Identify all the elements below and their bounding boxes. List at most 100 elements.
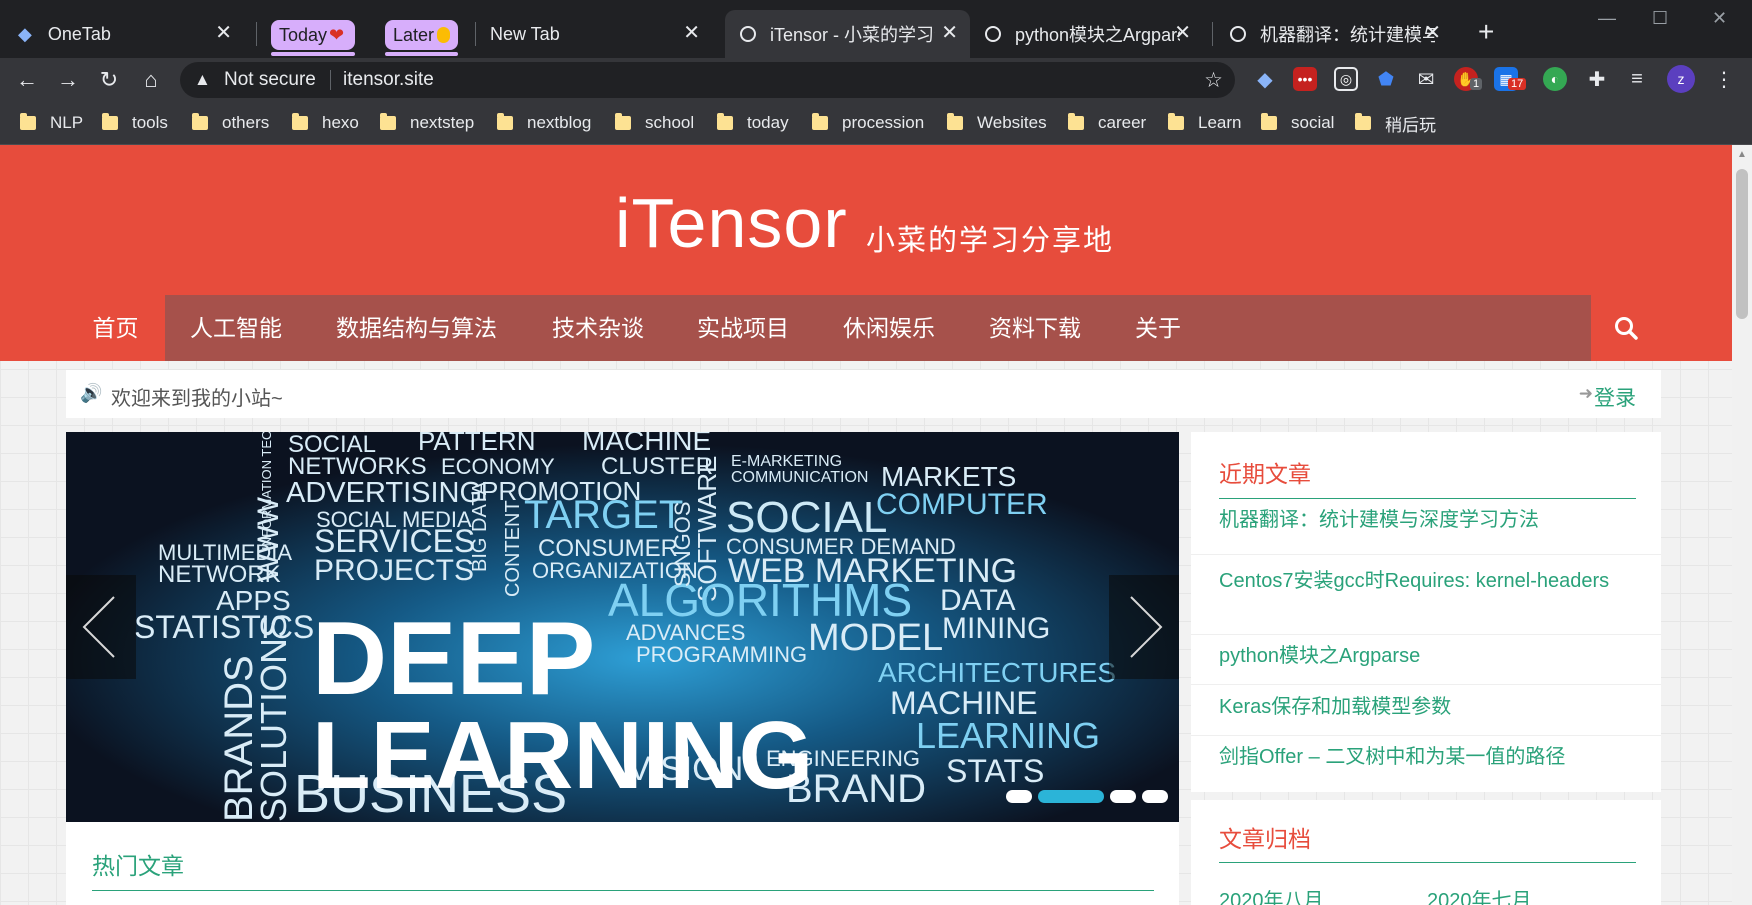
list-divider [1191,634,1661,635]
kebab-menu-icon[interactable]: ⋮ [1712,67,1736,91]
nav-item-downloads[interactable]: 资料下载 [989,295,1081,361]
speaker-icon: 🔊 [80,383,103,403]
image-carousel[interactable]: SOCIAL PATTERN MACHINE NETWORKS ECONOMY … [66,432,1179,822]
scholar-extension-icon[interactable]: ⬟ [1374,67,1398,91]
bookmark-folder[interactable]: NLP [20,111,83,135]
carousel-next-button[interactable] [1109,575,1179,679]
bookmark-label: hexo [322,113,359,132]
bookmark-folder[interactable]: Websites [947,111,1047,135]
security-label[interactable]: Not secure [224,69,316,91]
close-icon[interactable]: ✕ [941,22,958,44]
nav-item-tech[interactable]: 技术杂谈 [552,295,644,361]
carousel-prev-button[interactable] [66,575,136,679]
cloud-word: LEARNING [916,715,1100,756]
folder-icon [812,113,828,130]
home-icon[interactable]: ⌂ [137,66,165,94]
warning-triangle-icon[interactable]: ▲ [194,70,211,90]
close-icon[interactable]: ✕ [1174,22,1191,44]
carousel-dot-active[interactable] [1038,790,1104,803]
forward-arrow-icon[interactable]: → [54,66,82,94]
bookmark-label: school [645,113,695,132]
url-text[interactable]: itensor.site [343,69,434,91]
reload-icon[interactable]: ↻ [95,66,123,94]
recent-post-link[interactable]: 剑指Offer – 二叉树中和为某一值的路径 [1219,743,1619,771]
bookmark-folder[interactable]: school [615,111,694,135]
avatar[interactable]: z [1667,65,1695,93]
recent-post-link[interactable]: Centos7安装gcc时Requires: kernel-headers [1219,567,1619,595]
onetab-extension-icon[interactable]: ◆ [1253,67,1277,91]
lastpass-extension-icon[interactable]: ••• [1293,67,1317,91]
back-arrow-icon[interactable]: ← [13,66,41,94]
search-button[interactable] [1591,295,1661,361]
bookmark-folder[interactable]: 稍后玩 [1355,111,1436,135]
tab-group-underline [385,52,458,56]
window-close-icon[interactable]: ✕ [1712,8,1727,29]
close-icon[interactable]: ✕ [215,22,232,44]
bookmark-folder[interactable]: tools [102,111,168,135]
bookmark-folder[interactable]: nextstep [380,111,474,135]
tab-separator [1212,22,1213,46]
nav-item-home[interactable]: 首页 [66,295,165,361]
cloud-word: STATS [946,753,1044,789]
cloud-main-word: DEEP [312,601,595,717]
tab-argparse[interactable]: python模块之Argparse ✕ [970,10,1205,58]
bookmark-folder[interactable]: procession [812,111,924,135]
scrollbar-thumb[interactable] [1736,169,1748,319]
tab-itensor[interactable]: iTensor - 小菜的学习分享地 ✕ [725,10,970,58]
new-tab-button[interactable]: + [1478,18,1494,46]
sign-in-icon[interactable]: ➜ [1579,384,1593,404]
extension-badge: 1 [1470,78,1483,90]
tab-group-later[interactable]: Later [385,20,458,50]
tab-separator [475,22,476,46]
bookmark-folder[interactable]: nextblog [497,111,591,135]
carousel-dot[interactable] [1006,790,1032,803]
nav-item-leisure[interactable]: 休闲娱乐 [843,295,935,361]
site-logo[interactable]: iTensor [615,183,848,263]
page-scrollbar[interactable]: ▲ [1732,145,1752,905]
nav-item-projects[interactable]: 实战项目 [697,295,789,361]
bookmark-folder[interactable]: hexo [292,111,359,135]
carousel-dot[interactable] [1142,790,1168,803]
tab-new-tab[interactable]: New Tab ✕ [490,10,714,58]
nav-item-about[interactable]: 关于 [1135,295,1181,361]
colorful-extension-icon[interactable]: ◐ [1543,67,1567,91]
bookmark-label: Learn [1198,113,1242,132]
bookmark-folder[interactable]: others [192,111,269,135]
tab-mt-book[interactable]: 机器翻译：统计建模与深度学习方法 ✕ [1215,10,1455,58]
close-icon[interactable]: ✕ [683,22,700,44]
archive-link[interactable]: 2020年八月 [1219,884,1324,905]
bookmark-label: nextstep [410,113,475,132]
minimize-icon[interactable]: — [1598,8,1616,29]
tab-group-today[interactable]: Today ❤ [271,20,355,50]
archive-link[interactable]: 2020年七月 [1427,884,1532,905]
bookmark-folder[interactable]: social [1261,111,1334,135]
close-icon[interactable]: ✕ [1424,22,1441,44]
bookmark-folder[interactable]: career [1068,111,1146,135]
tab-title: New Tab [490,23,560,44]
tab-group-label: Later [393,24,435,45]
tab-title: iTensor - 小菜的学习分享地 [770,25,935,45]
recent-post-link[interactable]: 机器翻译：统计建模与深度学习方法 [1219,506,1619,534]
cloud-main-word: LEARNING [312,702,813,809]
media-queue-icon[interactable]: ≡ [1625,67,1649,91]
carousel-dot[interactable] [1110,790,1136,803]
folder-icon [192,113,208,130]
bookmark-folder[interactable]: Learn [1168,111,1241,135]
nav-item-ai[interactable]: 人工智能 [190,295,282,361]
bookmark-folder[interactable]: today [717,111,789,135]
bookmark-star-icon[interactable]: ☆ [1204,68,1223,93]
nav-item-algorithms[interactable]: 数据结构与算法 [336,295,497,361]
recent-post-link[interactable]: python模块之Argparse [1219,642,1619,670]
puzzle-icon[interactable]: ✚ [1585,67,1609,91]
cloud-word: CONTENT [502,500,524,597]
login-link[interactable]: 登录 [1594,382,1636,412]
recent-post-link[interactable]: Keras保存和加载模型参数 [1219,693,1619,721]
extension-badge: 17 [1508,78,1527,90]
maximize-icon[interactable]: ☐ [1652,8,1668,29]
mail-extension-icon[interactable]: ✉ [1414,67,1438,91]
cloud-word: SINGOS [670,501,695,587]
address-bar[interactable]: ▲ Not secure itensor.site ☆ [180,62,1235,98]
reader-extension-icon[interactable]: ◎ [1334,67,1358,91]
scroll-up-icon[interactable]: ▲ [1737,149,1747,160]
tab-onetab[interactable]: ◆ OneTab ✕ [18,10,246,58]
